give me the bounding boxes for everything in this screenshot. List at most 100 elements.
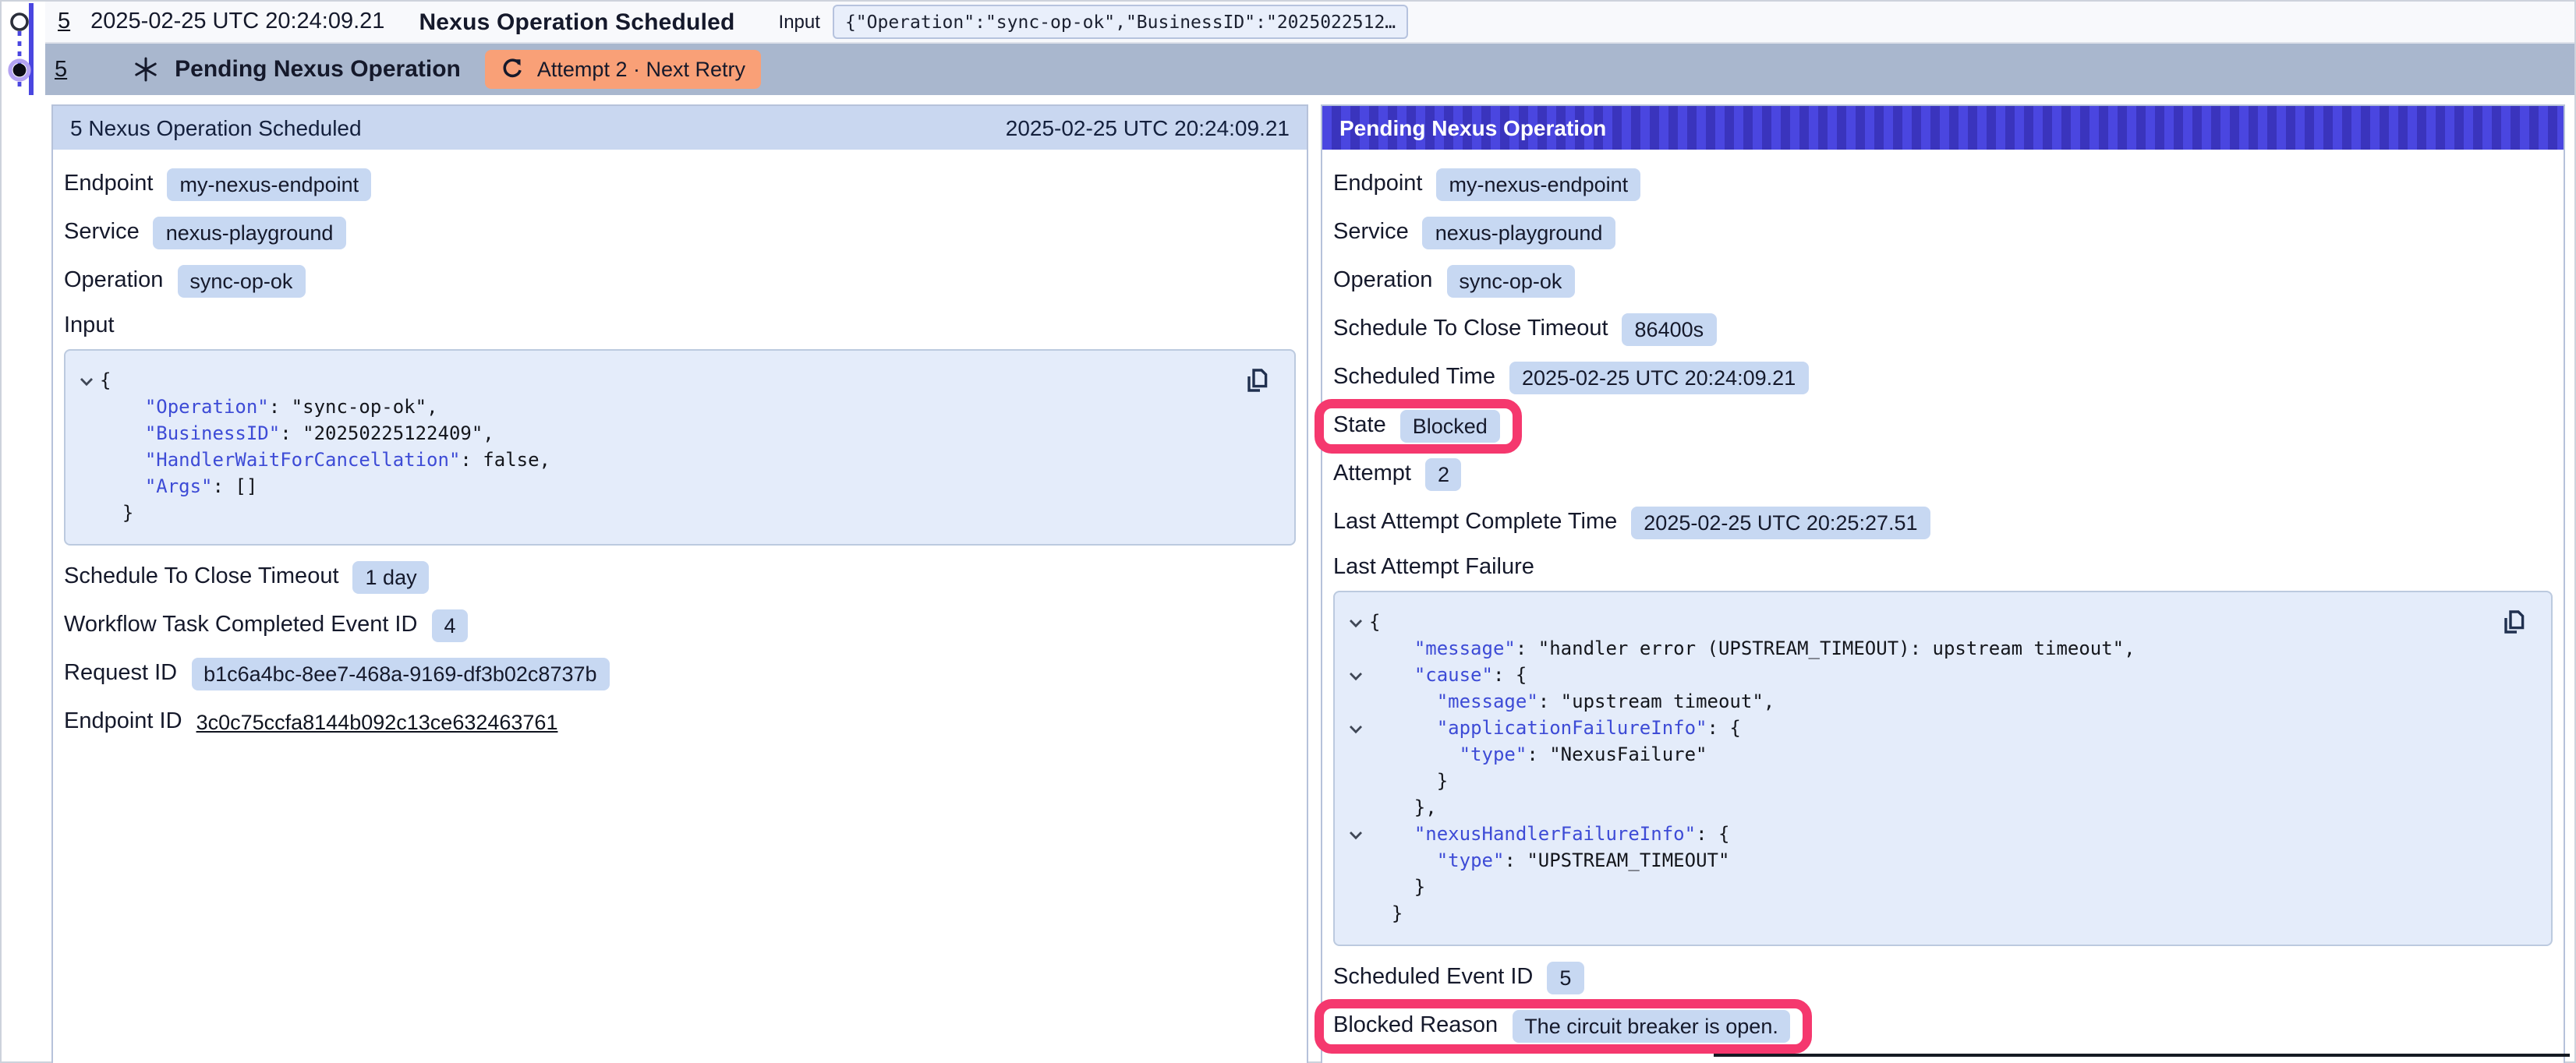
pending-title: Pending Nexus Operation	[175, 56, 461, 83]
json-text: "message": "handler error (UPSTREAM_TIME…	[1369, 636, 2135, 662]
code-gutter	[72, 447, 100, 474]
endpoint-id-link[interactable]: 3c0c75ccfa8144b092c13ce632463761	[196, 710, 558, 733]
field-value-badge: sync-op-ok	[177, 264, 305, 297]
event-node-icon[interactable]	[12, 14, 27, 30]
json-line: "nexusHandlerFailureInfo": {	[1341, 821, 2489, 848]
json-text: "type": "UPSTREAM_TIMEOUT"	[1369, 848, 1729, 874]
field-value-badge: my-nexus-endpoint	[168, 168, 372, 200]
field-label: Scheduled Event ID	[1333, 965, 1533, 990]
code-gutter	[1341, 742, 1369, 768]
last-attempt-failure-label: Last Attempt Failure	[1333, 553, 2553, 581]
field-service: Service nexus-playground	[1333, 215, 2553, 249]
field-value-badge: 4	[431, 609, 468, 641]
json-lines: { "message": "handler error (UPSTREAM_TI…	[1341, 609, 2489, 927]
json-line: "type": "NexusFailure"	[1341, 742, 2489, 768]
json-line: "type": "UPSTREAM_TIMEOUT"	[1341, 848, 2489, 874]
json-text: "type": "NexusFailure"	[1369, 742, 1707, 768]
failure-json-viewer: { "message": "handler error (UPSTREAM_TI…	[1333, 591, 2553, 946]
page: 5 2025-02-25 UTC 20:24:09.21 Nexus Opera…	[0, 0, 2576, 1063]
collapse-chevron-icon[interactable]	[1341, 715, 1369, 742]
collapse-chevron-icon[interactable]	[72, 368, 100, 394]
copy-icon[interactable]	[1240, 363, 1274, 397]
field-value-badge: nexus-playground	[154, 216, 346, 249]
code-gutter	[1341, 848, 1369, 874]
input-json-viewer: { "Operation": "sync-op-ok", "BusinessID…	[64, 349, 1296, 546]
event-id-link[interactable]: 5	[58, 9, 70, 34]
timeline-gutter	[2, 2, 45, 97]
scheduled-panel-time: 2025-02-25 UTC 20:24:09.21	[1006, 115, 1290, 140]
field-value-badge: 2025-02-25 UTC 20:25:27.51	[1631, 506, 1930, 539]
json-line: }	[1341, 874, 2489, 901]
scheduled-panel-body: Endpoint my-nexus-endpoint Service nexus…	[53, 150, 1307, 753]
event-timestamp: 2025-02-25 UTC 20:24:09.21	[90, 9, 384, 34]
code-gutter	[72, 500, 100, 527]
field-value-badge: sync-op-ok	[1446, 264, 1574, 297]
json-line: "Args": []	[72, 474, 1232, 500]
json-line: {	[1341, 609, 2489, 636]
screen: 5 2025-02-25 UTC 20:24:09.21 Nexus Opera…	[0, 0, 2576, 1063]
field-label: Service	[64, 220, 140, 245]
field-label: Endpoint	[1333, 171, 1423, 196]
collapse-chevron-icon[interactable]	[1341, 609, 1369, 636]
retry-badge-label: Attempt 2 · Next Retry	[537, 58, 745, 81]
copy-icon[interactable]	[2496, 605, 2531, 639]
collapse-chevron-icon[interactable]	[1341, 662, 1369, 689]
field-label: Schedule To Close Timeout	[1333, 316, 1608, 341]
field-blocked-reason: Blocked Reason The circuit breaker is op…	[1333, 1008, 2553, 1043]
field-value-badge: 86400s	[1622, 313, 1717, 345]
field-label: Endpoint	[64, 171, 154, 196]
json-text: },	[1369, 795, 1437, 821]
field-state: State Blocked	[1333, 408, 2553, 443]
collapse-chevron-icon[interactable]	[1341, 821, 1369, 848]
code-gutter	[1341, 795, 1369, 821]
json-text: {	[100, 368, 111, 394]
json-text: }	[1369, 874, 1425, 901]
field-value-badge: 5	[1547, 961, 1583, 994]
field-label: Endpoint ID	[64, 709, 182, 734]
field-label: Schedule To Close Timeout	[64, 564, 339, 589]
field-endpoint: Endpoint my-nexus-endpoint	[64, 167, 1296, 201]
code-gutter	[1341, 768, 1369, 795]
json-line: "Operation": "sync-op-ok",	[72, 394, 1232, 421]
pending-node-icon[interactable]	[13, 64, 27, 77]
field-service: Service nexus-playground	[64, 215, 1296, 249]
detail-panels: 5 Nexus Operation Scheduled 2025-02-25 U…	[2, 104, 2574, 1063]
pending-operation-row[interactable]: 5 Pending Nexus Operation Attempt 2 · Ne…	[45, 44, 2574, 95]
field-label: Request ID	[64, 661, 177, 686]
pending-id-link[interactable]: 5	[55, 57, 67, 82]
json-line: "applicationFailureInfo": {	[1341, 715, 2489, 742]
event-title: Nexus Operation Scheduled	[419, 9, 734, 35]
json-text: "message": "upstream timeout",	[1369, 689, 1775, 715]
field-value-badge: 1 day	[353, 560, 430, 593]
field-label: Scheduled Time	[1333, 365, 1495, 390]
asterisk-icon	[133, 56, 159, 83]
field-scheduled-event-id: Scheduled Event ID 5	[1333, 960, 2553, 994]
field-workflow-task-completed-event-id: Workflow Task Completed Event ID 4	[64, 608, 1296, 642]
pending-panel-header: Pending Nexus Operation	[1322, 106, 2564, 150]
blocked-reason-annotated-group: Blocked Reason The circuit breaker is op…	[1333, 1009, 1791, 1042]
event-row-scheduled[interactable]: 5 2025-02-25 UTC 20:24:09.21 Nexus Opera…	[45, 2, 2574, 44]
json-line: }	[1341, 901, 2489, 927]
json-line: }	[1341, 768, 2489, 795]
field-value-badge: 2	[1425, 457, 1462, 490]
scheduled-event-panel: 5 Nexus Operation Scheduled 2025-02-25 U…	[51, 104, 1308, 1063]
json-text: }	[100, 500, 133, 527]
event-history: 5 2025-02-25 UTC 20:24:09.21 Nexus Opera…	[2, 2, 2574, 95]
code-gutter	[72, 474, 100, 500]
json-text: }	[1369, 768, 1448, 795]
event-input-preview[interactable]: {"Operation":"sync-op-ok","BusinessID":"…	[833, 5, 1408, 39]
field-value-badge: 2025-02-25 UTC 20:24:09.21	[1509, 361, 1808, 394]
json-line: "cause": {	[1341, 662, 2489, 689]
field-schedule-to-close-timeout: Schedule To Close Timeout 1 day	[64, 560, 1296, 594]
retry-status-badge: Attempt 2 · Next Retry	[486, 50, 761, 89]
field-request-id: Request ID b1c6a4bc-8ee7-468a-9169-df3b0…	[64, 656, 1296, 690]
code-gutter	[1341, 874, 1369, 901]
field-endpoint-id: Endpoint ID 3c0c75ccfa8144b092c13ce63246…	[64, 705, 1296, 739]
json-text: "applicationFailureInfo": {	[1369, 715, 1741, 742]
scheduled-panel-title: 5 Nexus Operation Scheduled	[70, 115, 362, 140]
field-scheduled-time: Scheduled Time 2025-02-25 UTC 20:24:09.2…	[1333, 360, 2553, 394]
field-endpoint: Endpoint my-nexus-endpoint	[1333, 167, 2553, 201]
field-label: Workflow Task Completed Event ID	[64, 613, 417, 637]
field-label: Last Attempt Complete Time	[1333, 510, 1617, 535]
json-text: "cause": {	[1369, 662, 1527, 689]
